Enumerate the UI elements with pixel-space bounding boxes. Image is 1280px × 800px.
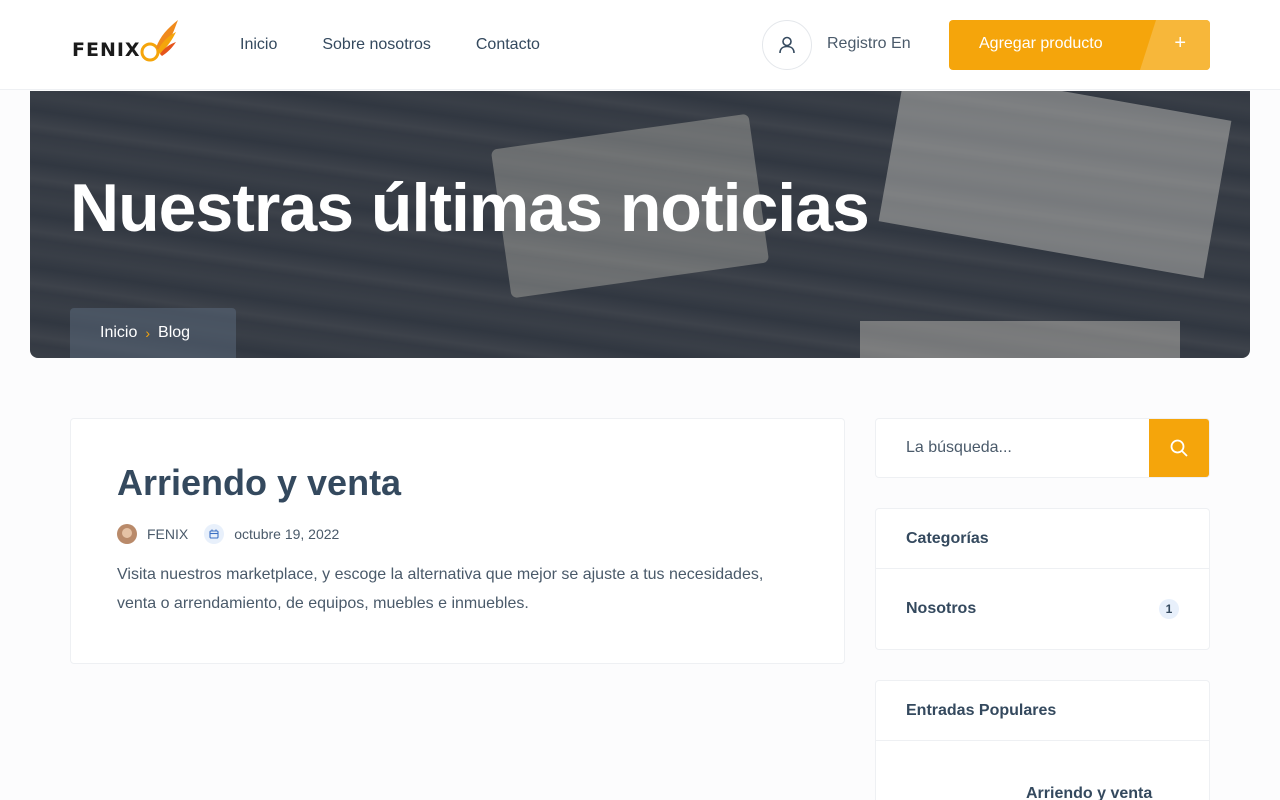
- add-product-label: Agregar producto: [979, 35, 1103, 52]
- search-button[interactable]: [1149, 419, 1209, 477]
- category-item[interactable]: Nosotros 1: [876, 569, 1209, 649]
- post-excerpt: Visita nuestros marketplace, y escoge la…: [117, 566, 764, 612]
- breadcrumb: Inicio › Blog: [70, 308, 236, 358]
- page-title: Nuestras últimas noticias: [70, 170, 870, 246]
- hero-banner: Nuestras últimas noticias Inicio › Blog: [30, 91, 1250, 358]
- category-count-badge: 1: [1159, 599, 1179, 619]
- site-header: FENIX Inicio Sobre nosotros Contacto Reg…: [0, 0, 1280, 90]
- login-link[interactable]: Registro En: [827, 35, 911, 53]
- popular-posts-widget: Entradas Populares Arriendo y venta: [875, 680, 1210, 800]
- logo-text: FENIX: [72, 39, 141, 61]
- post-title[interactable]: Arriendo y venta: [117, 462, 401, 504]
- post-meta: FENIX octubre 19, 2022: [117, 523, 339, 545]
- site-logo[interactable]: FENIX: [72, 18, 180, 66]
- search-box: [875, 418, 1210, 478]
- nav-inicio[interactable]: Inicio: [240, 36, 277, 54]
- breadcrumb-inicio[interactable]: Inicio: [100, 324, 137, 342]
- plus-icon: +: [1174, 32, 1186, 54]
- nav-contacto[interactable]: Contacto: [476, 36, 540, 54]
- search-input[interactable]: [876, 419, 1151, 477]
- breadcrumb-blog: Blog: [158, 324, 191, 341]
- nav-sobre-nosotros[interactable]: Sobre nosotros: [322, 36, 431, 54]
- search-icon: [1170, 439, 1188, 457]
- popular-post-title[interactable]: Arriendo y venta: [1026, 785, 1152, 800]
- hero-paper-graphic: [860, 321, 1180, 358]
- categories-widget: Categorías Nosotros 1: [875, 508, 1210, 650]
- post-author[interactable]: FENIX: [147, 526, 188, 542]
- hero-notebook-graphic: [878, 91, 1232, 279]
- flame-icon: [140, 20, 178, 62]
- user-account-button[interactable]: [762, 20, 812, 70]
- main-nav: Inicio Sobre nosotros Contacto: [240, 0, 540, 90]
- add-product-button[interactable]: Agregar producto +: [949, 20, 1210, 70]
- blog-post-card: Arriendo y venta FENIX octubre 19, 2022 …: [70, 418, 845, 664]
- popular-posts-title: Entradas Populares: [876, 681, 1209, 741]
- post-date: octubre 19, 2022: [234, 526, 340, 542]
- user-icon: [779, 36, 795, 54]
- category-name: Nosotros: [906, 600, 977, 617]
- calendar-icon: [204, 524, 225, 544]
- chevron-right-icon: ›: [145, 325, 151, 341]
- author-avatar: [117, 524, 137, 544]
- categories-title: Categorías: [876, 509, 1209, 569]
